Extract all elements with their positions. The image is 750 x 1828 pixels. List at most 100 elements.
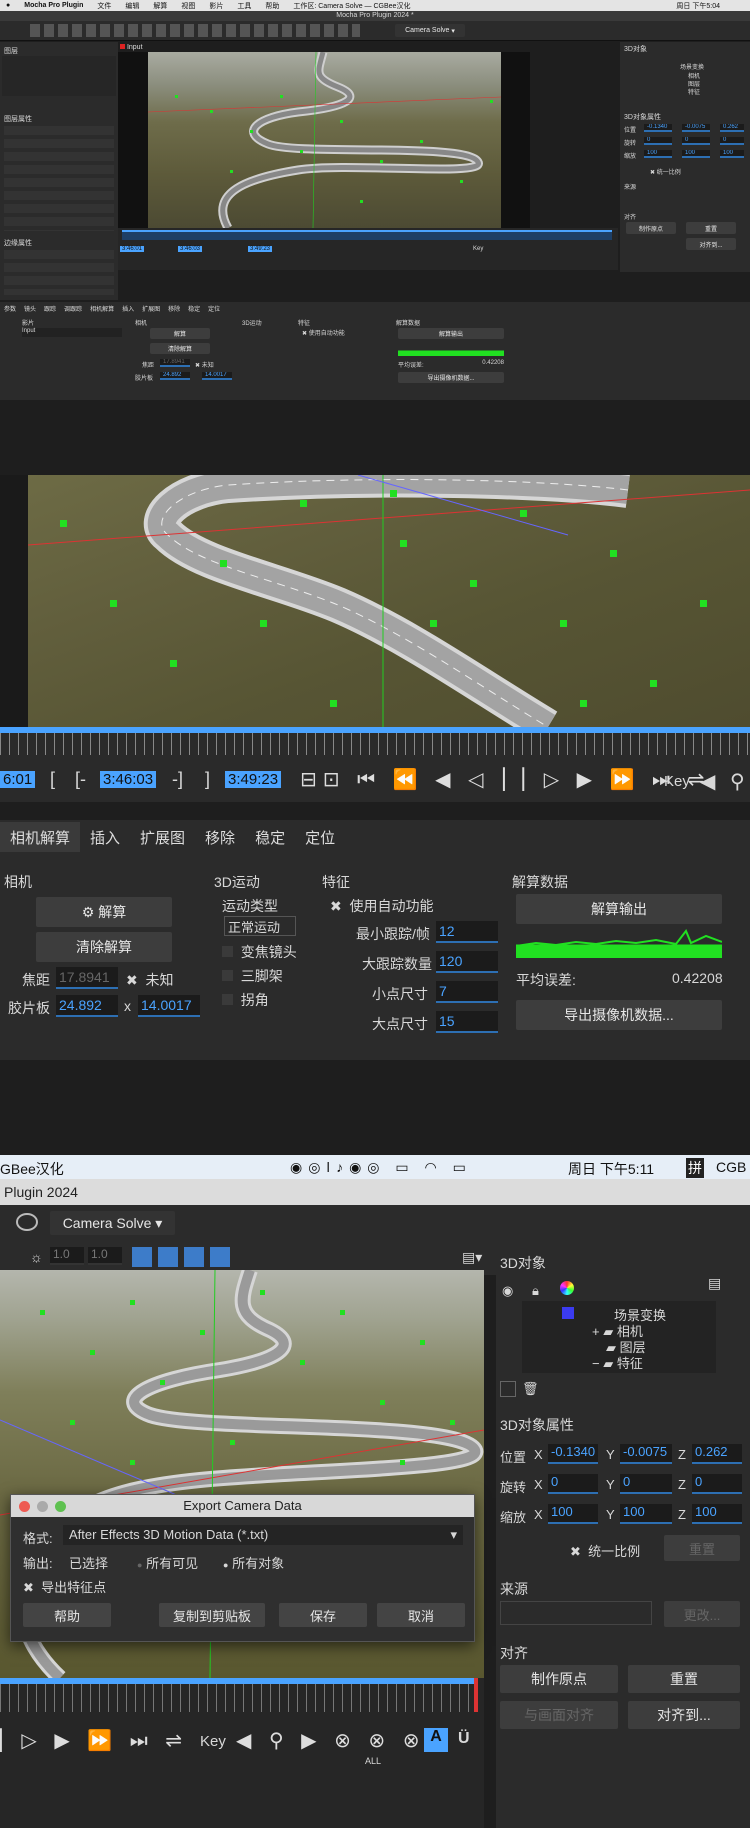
trash-icon[interactable]: 🗑︎ — [522, 1381, 539, 1397]
pos-z-field[interactable]: 0.262 — [720, 124, 744, 132]
rot-y-field-bottom[interactable]: 0 — [620, 1474, 672, 1494]
bracket-out-2[interactable]: ] — [205, 769, 210, 790]
big-pt-field[interactable]: 15 — [436, 1011, 498, 1033]
tab-lens[interactable]: 镜头 — [24, 304, 36, 313]
make-origin-button[interactable]: 制作原点 — [626, 222, 676, 234]
tripod-check[interactable]: 三脚架 — [222, 966, 283, 986]
timeline-zoom-t3[interactable]: 3:49:23 — [225, 771, 282, 788]
gamma-field[interactable]: 1.0 — [88, 1247, 122, 1265]
opt-all[interactable]: ● 所有对象 — [223, 1553, 284, 1572]
playback-controls[interactable]: ⊟⊡ ⏮ ⏪ ◀ ◁▕ ▏▷ ▶ ⏩ ⏭ ⇌ — [300, 767, 704, 791]
bottom-app-label[interactable]: GBee汉化 — [0, 1159, 64, 1179]
unknown-check-zoom[interactable]: ✖ 未知 — [126, 970, 174, 990]
scale-x-field[interactable]: 100 — [644, 150, 672, 158]
clip-select[interactable]: Input — [22, 328, 122, 337]
reset-button[interactable]: 重置 — [686, 222, 736, 234]
corner-check[interactable]: 拐角 — [222, 990, 269, 1010]
sun-icon[interactable]: ☼ — [30, 1249, 43, 1265]
solve-button-small[interactable]: 解算 — [150, 328, 210, 339]
auto-check-zoom[interactable]: ✖ 使用自动功能 — [330, 896, 434, 916]
tab-stabilize[interactable]: 稳定 — [188, 304, 200, 313]
unknown-check-small[interactable]: ✖ 未知 — [195, 360, 214, 369]
bracket-out[interactable]: -] — [172, 769, 183, 790]
tab-expand[interactable]: 扩展图 — [142, 304, 160, 313]
align-view-button[interactable]: 与画面对齐 — [500, 1701, 618, 1729]
scale-y-field[interactable]: 100 — [682, 150, 710, 158]
pos-x-field-bottom[interactable]: -0.1340 — [548, 1444, 598, 1464]
tab-remove[interactable]: 移除 — [168, 304, 180, 313]
film-y-zoom[interactable]: 14.0017 — [138, 995, 200, 1017]
tab-insert[interactable]: 插入 — [122, 304, 134, 313]
update-icon[interactable]: Ü — [458, 1730, 470, 1748]
tab-remove-zoom[interactable]: 移除 — [195, 822, 245, 852]
tree-features[interactable]: 特征 — [688, 87, 700, 96]
pos-y-field-bottom[interactable]: -0.0075 — [620, 1444, 672, 1464]
input-method[interactable]: 拼 — [686, 1158, 704, 1178]
auto-check-small[interactable]: ✖ 使用自动功能 — [302, 328, 345, 337]
focal-field-zoom[interactable]: 17.8941 — [56, 967, 118, 989]
film-x-zoom[interactable]: 24.892 — [56, 995, 118, 1017]
menu-edit[interactable]: 编辑 — [125, 1, 139, 11]
dialog-maximize-icon[interactable] — [55, 1501, 66, 1512]
workspace-label[interactable]: 工作区: Camera Solve — CGBee汉化 — [293, 1, 410, 11]
clear-solve-button-zoom[interactable]: 清除解算 — [36, 932, 172, 962]
copy-clipboard-button[interactable]: 复制到剪贴板 — [159, 1603, 265, 1627]
motion-type-select[interactable]: 正常运动 — [224, 916, 296, 936]
rot-z-field-bottom[interactable]: 0 — [692, 1474, 742, 1494]
tab-insert-zoom[interactable]: 插入 — [80, 822, 130, 852]
tab-track[interactable]: 跟踪 — [44, 304, 56, 313]
menu-help[interactable]: 帮助 — [265, 1, 279, 11]
timeline-small-t2[interactable]: 3:46:03 — [178, 246, 203, 252]
uniform-reset-button[interactable]: 重置 — [664, 1535, 740, 1561]
scale-z-field[interactable]: 100 — [720, 150, 744, 158]
timeline-small[interactable]: 3:46:01 3:46:03 3:49:23 Key — [118, 228, 618, 270]
camera-icon[interactable] — [16, 1213, 38, 1231]
view-mode-select-bottom[interactable]: Camera Solve ▾ — [50, 1211, 175, 1235]
film-y-small[interactable]: 14.0017 — [202, 372, 232, 380]
uniform-scale-bottom[interactable]: ✖ 统一比例 — [570, 1541, 640, 1560]
auto-key-icon[interactable]: A — [424, 1728, 448, 1752]
view-icons[interactable] — [435, 24, 515, 37]
menu-clip[interactable]: 影片 — [209, 1, 223, 11]
focal-field-small[interactable]: 17.8941 — [160, 359, 190, 367]
help-button[interactable]: 帮助 — [23, 1603, 111, 1627]
status-icons[interactable]: ◉◎ǀ♪◉◎ ▭ ◠ ▭ — [290, 1159, 472, 1176]
timeline-zoom[interactable]: 6:01 [ [- 3:46:03 -] ] 3:49:23 ⊟⊡ ⏮ ⏪ ◀ … — [0, 727, 750, 802]
small-pt-field[interactable]: 7 — [436, 981, 498, 1003]
color-swatch[interactable] — [562, 1307, 574, 1319]
solve-output-zoom[interactable]: 解算输出 — [516, 894, 722, 924]
timeline-bottom-ruler[interactable] — [0, 1684, 478, 1712]
menu-solve[interactable]: 解算 — [153, 1, 167, 11]
eye-icon[interactable]: ◉ — [502, 1283, 513, 1299]
app-name[interactable]: Mocha Pro Plugin — [24, 2, 83, 9]
menu-view[interactable]: 视图 — [181, 1, 195, 11]
panel-menu-icon[interactable]: ▤▾ — [462, 1249, 482, 1266]
opt-visible[interactable]: ● 所有可见 — [137, 1553, 198, 1572]
timeline-small-t1[interactable]: 3:46:01 — [120, 246, 145, 252]
export-camera-zoom[interactable]: 导出摄像机数据... — [516, 1000, 722, 1030]
export-features-check[interactable]: ✖ 导出特征点 — [23, 1577, 106, 1596]
dialog-minimize-icon[interactable] — [37, 1501, 48, 1512]
tab-camera-solve-zoom[interactable]: 相机解算 — [0, 822, 81, 852]
opt-selected[interactable]: 已选择 — [69, 1553, 108, 1572]
clear-solve-button-small[interactable]: 清除解算 — [150, 343, 210, 354]
scale-x-field-bottom[interactable]: 100 — [548, 1504, 598, 1524]
viewer-small[interactable] — [118, 52, 530, 228]
timeline-bottom[interactable]: ▏▷ ▶ ⏩ ⏭ ⇌ Key ◀ ⚲ ▶ ⊗ ⊗ ⊗ ALL A Ü — [0, 1678, 484, 1828]
tab-params[interactable]: 参数 — [4, 304, 16, 313]
timeline-zoom-t2[interactable]: 3:46:03 — [100, 771, 157, 788]
menu-tools[interactable]: 工具 — [237, 1, 251, 11]
tab-adjust[interactable]: 调跟踪 — [64, 304, 82, 313]
max-track-field[interactable]: 120 — [436, 951, 498, 973]
rot-y-field[interactable]: 0 — [682, 137, 710, 145]
tool-icons[interactable] — [30, 24, 360, 37]
timeline-small-t3[interactable]: 3:49:23 — [248, 246, 273, 252]
tab-expand-zoom[interactable]: 扩展图 — [130, 822, 195, 852]
pos-x-field[interactable]: -0.1340 — [644, 124, 672, 132]
timeline-zoom-t1[interactable]: 6:01 — [0, 771, 36, 788]
tab-locate-zoom[interactable]: 定位 — [295, 822, 345, 852]
timeline-playhead[interactable] — [474, 1678, 478, 1712]
scale-z-field-bottom[interactable]: 100 — [692, 1504, 742, 1524]
uniform-scale[interactable]: ✖ 统一比例 — [650, 167, 681, 176]
menu-file[interactable]: 文件 — [97, 1, 111, 11]
